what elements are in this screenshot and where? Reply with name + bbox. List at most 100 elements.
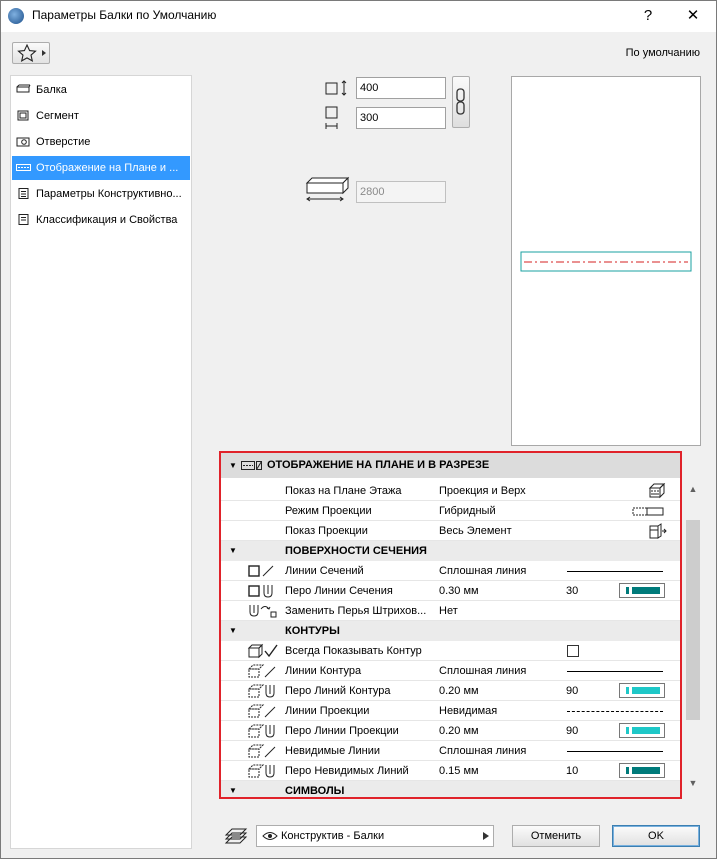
row-hidden-pen[interactable]: Перо Невидимых Линий 0.15 мм 10 — [221, 761, 680, 781]
row-projection-lines[interactable]: Линии Проекции Невидимая — [221, 701, 680, 721]
segment-icon — [17, 110, 29, 121]
subsection-cut-surfaces[interactable]: ▼ ПОВЕРХНОСТИ СЕЧЕНИЯ — [221, 541, 680, 561]
nav-item-label: Отверстие — [36, 136, 91, 148]
default-settings-label: По умолчанию — [625, 47, 700, 59]
help-button[interactable]: ? — [636, 4, 660, 28]
row-projection-pen[interactable]: Перо Линии Проекции 0.20 мм 90 — [221, 721, 680, 741]
row-override-fill-pens[interactable]: Заменить Перья Штрихов... Нет — [221, 601, 680, 621]
height-icon — [325, 80, 347, 96]
collapse-triangle-icon: ▼ — [229, 461, 237, 470]
subsection-outlines[interactable]: ▼ КОНТУРЫ — [221, 621, 680, 641]
outline-check-icon — [247, 643, 278, 659]
model-view-icon — [224, 828, 248, 844]
eye-icon — [262, 832, 278, 840]
row-show-projection[interactable]: Показ Проекции Весь Элемент — [221, 521, 680, 541]
nav-item-classification[interactable]: Классификация и Свойства — [12, 208, 190, 232]
pen-number: 10 — [566, 765, 579, 777]
row-label: Линии Контура — [285, 665, 362, 677]
pen-number: 90 — [566, 685, 579, 697]
width-input[interactable]: 300 — [356, 107, 446, 129]
row-cut-lines[interactable]: Линии Сечений Сплошная линия — [221, 561, 680, 581]
scroll-down-icon[interactable]: ▼ — [685, 775, 701, 791]
nav-item-label: Параметры Конструктивно... — [36, 188, 182, 200]
ok-button[interactable]: OK — [612, 825, 700, 847]
nav-item-structural[interactable]: Параметры Конструктивно... — [12, 182, 190, 206]
row-label: Показ Проекции — [285, 525, 368, 537]
always-show-outline-checkbox[interactable] — [567, 645, 579, 657]
contour-line-icon — [247, 664, 276, 678]
scroll-up-icon[interactable]: ▲ — [685, 481, 701, 497]
cancel-button[interactable]: Отменить — [512, 825, 600, 847]
height-input[interactable]: 400 — [356, 77, 446, 99]
collapse-triangle-icon: ▼ — [229, 546, 237, 555]
row-label: Линии Сечений — [285, 565, 364, 577]
collapse-triangle-icon: ▼ — [229, 626, 237, 635]
subsection-title: КОНТУРЫ — [285, 625, 340, 637]
structural-icon — [18, 188, 29, 199]
chevron-right-icon — [483, 832, 489, 840]
row-value: 0.15 мм — [439, 765, 479, 777]
pen-color-swatch[interactable] — [619, 583, 665, 598]
swatch-bar — [626, 767, 629, 774]
section-header[interactable]: ▼ ОТОБРАЖЕНИЕ НА ПЛАНЕ И В РАЗРЕЗЕ — [221, 453, 680, 478]
link-dimensions-button[interactable] — [452, 76, 470, 128]
scrollbar-thumb[interactable] — [686, 520, 700, 720]
length-icon — [305, 176, 350, 202]
projection-pen-icon — [247, 724, 275, 738]
row-value: Сплошная линия — [439, 665, 527, 677]
nav-item-beam[interactable]: Балка — [12, 78, 190, 102]
dashed-line-preview — [567, 711, 663, 712]
model-view-dropdown[interactable]: Конструктив - Балки — [256, 825, 494, 847]
row-label: Перо Линии Проекции — [285, 725, 399, 737]
projection-top-icon — [648, 483, 666, 499]
row-contour-lines[interactable]: Линии Контура Сплошная линия — [221, 661, 680, 681]
subsection-symbols[interactable]: ▼ СИМВОЛЫ — [221, 781, 680, 797]
swatch-bar — [626, 687, 629, 694]
length-input[interactable]: 2800 — [356, 181, 446, 203]
entire-element-icon — [649, 523, 667, 539]
swatch-fill — [632, 727, 660, 734]
floor-plan-section-panel: ▼ ОТОБРАЖЕНИЕ НА ПЛАНЕ И В РАЗРЕЗЕ Показ… — [219, 451, 682, 799]
cut-line-icon — [248, 565, 274, 577]
nav-item-hole[interactable]: Отверстие — [12, 130, 190, 154]
width-icon — [325, 106, 338, 129]
row-value: Проекция и Верх — [439, 485, 526, 497]
row-label: Режим Проекции — [285, 505, 372, 517]
model-view-label: Конструктив - Балки — [281, 830, 385, 842]
section-title: ОТОБРАЖЕНИЕ НА ПЛАНЕ И В РАЗРЕЗЕ — [267, 459, 490, 471]
close-button[interactable]: ✕ — [681, 4, 705, 28]
row-floor-plan-display[interactable]: Показ на Плане Этажа Проекция и Верх — [221, 481, 680, 501]
favorites-button[interactable] — [12, 42, 50, 64]
row-label: Линии Проекции — [285, 705, 370, 717]
row-always-show-outline[interactable]: Всегда Показывать Контур — [221, 641, 680, 661]
beam-icon — [16, 84, 31, 93]
row-contour-pen[interactable]: Перо Линий Контура 0.20 мм 90 — [221, 681, 680, 701]
projection-line-icon — [247, 704, 276, 718]
row-value: Сплошная линия — [439, 745, 527, 757]
pen-color-swatch[interactable] — [619, 683, 665, 698]
solid-line-preview — [567, 571, 663, 572]
nav-item-floor-plan[interactable]: Отображение на Плане и ... — [12, 156, 190, 180]
row-cut-line-pen[interactable]: Перо Линии Сечения 0.30 мм 30 — [221, 581, 680, 601]
subsection-title: ПОВЕРХНОСТИ СЕЧЕНИЯ — [285, 545, 427, 557]
swatch-fill — [632, 687, 660, 694]
pen-number: 30 — [566, 585, 579, 597]
row-value: 0.30 мм — [439, 585, 479, 597]
hole-icon — [16, 137, 30, 147]
row-projection-mode[interactable]: Режим Проекции Гибридный — [221, 501, 680, 521]
override-pens-icon — [249, 605, 277, 618]
nav-item-segment[interactable]: Сегмент — [12, 104, 190, 128]
swatch-fill — [632, 587, 660, 594]
pen-color-swatch[interactable] — [619, 763, 665, 778]
floor-plan-section-icon — [241, 461, 262, 470]
pen-color-swatch[interactable] — [619, 723, 665, 738]
chain-link-icon — [456, 88, 465, 115]
row-label: Перо Линии Сечения — [285, 585, 393, 597]
archicad-app-icon — [8, 8, 24, 24]
cut-pen-icon — [248, 585, 273, 598]
row-value: 0.20 мм — [439, 725, 479, 737]
row-label: Показ на Плане Этажа — [285, 485, 402, 497]
window-title: Параметры Балки по Умолчанию — [32, 8, 217, 22]
row-hidden-lines[interactable]: Невидимые Линии Сплошная линия — [221, 741, 680, 761]
row-value: Сплошная линия — [439, 565, 527, 577]
